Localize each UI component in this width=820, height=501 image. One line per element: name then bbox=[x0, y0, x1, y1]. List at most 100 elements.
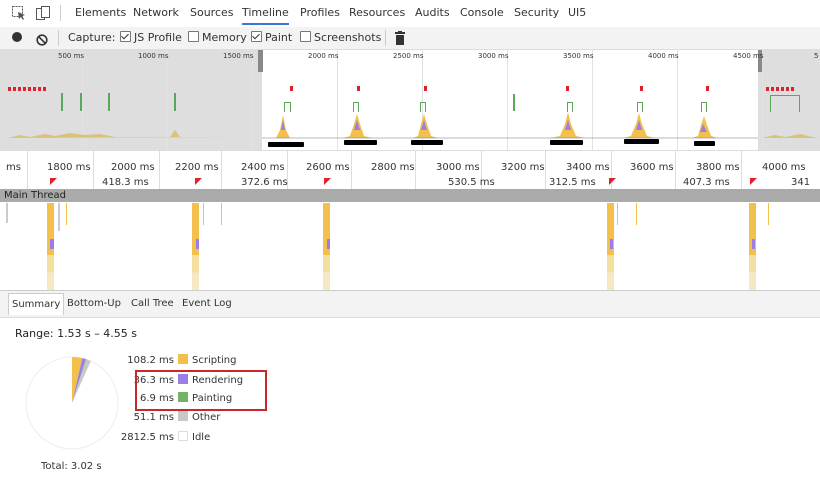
ruler-label: 3800 ms bbox=[696, 162, 740, 173]
time-ruler: ms 1800 ms 2000 ms 2200 ms 2400 ms 2600 … bbox=[0, 150, 820, 189]
idle-label: Idle bbox=[192, 432, 211, 443]
device-mode-icon[interactable] bbox=[35, 5, 51, 21]
flame-event[interactable] bbox=[636, 203, 637, 225]
toolbar-divider bbox=[60, 5, 61, 21]
memory-label: Memory bbox=[202, 31, 247, 44]
scripting-label: Scripting bbox=[192, 355, 237, 366]
devtools-tab-bar: Elements Network Sources Timeline Profil… bbox=[0, 0, 820, 28]
flame-rendering-event[interactable] bbox=[50, 239, 54, 249]
ruler-label: 2600 ms bbox=[306, 162, 350, 173]
fps-dropped-frames-marker bbox=[8, 87, 48, 91]
trash-icon[interactable] bbox=[395, 30, 405, 49]
tab-call-tree[interactable]: Call Tree bbox=[131, 298, 174, 309]
redacted-region bbox=[344, 140, 377, 145]
ruler-label: 2200 ms bbox=[175, 162, 219, 173]
clear-icon[interactable] bbox=[36, 31, 48, 50]
tab-audits[interactable]: Audits bbox=[415, 6, 450, 19]
other-swatch bbox=[178, 411, 188, 421]
tab-profiles[interactable]: Profiles bbox=[300, 6, 340, 19]
tab-elements[interactable]: Elements bbox=[75, 6, 126, 19]
flame-event[interactable] bbox=[221, 203, 222, 225]
checkbox-unchecked-icon[interactable] bbox=[300, 31, 311, 42]
redacted-region bbox=[411, 140, 443, 145]
tab-resources[interactable]: Resources bbox=[349, 6, 405, 19]
frame-marker-flag[interactable] bbox=[609, 178, 616, 185]
inspect-element-icon[interactable] bbox=[11, 5, 27, 21]
timeline-toolbar: Capture: JS Profile Memory Paint Screens… bbox=[0, 27, 820, 50]
js-profile-label: JS Profile bbox=[134, 31, 182, 44]
fps-dropped-frame-marker bbox=[566, 86, 569, 91]
fps-dropped-frame-marker bbox=[424, 86, 427, 91]
flame-event[interactable] bbox=[66, 203, 67, 225]
overview-time-label: 3000 ms bbox=[478, 52, 509, 60]
flame-rendering-event[interactable] bbox=[327, 239, 330, 249]
flame-event[interactable] bbox=[203, 203, 204, 225]
flame-event[interactable] bbox=[617, 203, 618, 225]
frame-duration: 418.3 ms bbox=[102, 177, 149, 188]
checkbox-checked-icon[interactable] bbox=[120, 31, 131, 42]
flame-event[interactable] bbox=[768, 203, 769, 225]
cpu-activity-chart bbox=[8, 112, 820, 139]
ruler-gridline bbox=[415, 151, 416, 189]
ruler-label: 1800 ms bbox=[47, 162, 91, 173]
fps-dropped-frame-marker bbox=[290, 86, 293, 91]
overview-time-label: 4000 ms bbox=[648, 52, 679, 60]
fps-bar bbox=[108, 93, 110, 111]
legend-row-other: 51.1 ms Other bbox=[110, 411, 220, 423]
tab-sources[interactable]: Sources bbox=[190, 6, 234, 19]
redacted-region bbox=[268, 142, 304, 147]
flame-event[interactable] bbox=[58, 203, 60, 231]
flame-rendering-event[interactable] bbox=[196, 239, 199, 249]
tab-summary[interactable]: Summary bbox=[8, 293, 65, 315]
scripting-value: 108.2 ms bbox=[127, 355, 174, 366]
frame-duration: 312.5 ms bbox=[549, 177, 596, 188]
paint-checkbox[interactable]: Paint bbox=[251, 31, 292, 44]
other-value: 51.1 ms bbox=[133, 412, 174, 423]
memory-checkbox[interactable]: Memory bbox=[188, 31, 247, 44]
frame-marker-flag[interactable] bbox=[50, 178, 57, 185]
frame-marker-flag[interactable] bbox=[750, 178, 757, 185]
tab-security[interactable]: Security bbox=[514, 6, 559, 19]
tab-event-log[interactable]: Event Log bbox=[182, 298, 232, 309]
frame-marker-flag[interactable] bbox=[195, 178, 202, 185]
ruler-gridline bbox=[221, 151, 222, 189]
timeline-overview[interactable]: 500 ms 1000 ms 1500 ms 2000 ms 2500 ms 3… bbox=[0, 50, 820, 150]
js-profile-checkbox[interactable]: JS Profile bbox=[120, 31, 182, 44]
tab-bottom-up[interactable]: Bottom-Up bbox=[67, 298, 121, 309]
frame-marker-flag[interactable] bbox=[324, 178, 331, 185]
fps-dropped-frame-marker bbox=[357, 86, 360, 91]
ruler-gridline bbox=[545, 151, 546, 189]
flame-event[interactable] bbox=[6, 203, 8, 223]
redacted-region bbox=[550, 140, 583, 145]
flame-rendering-event[interactable] bbox=[610, 239, 613, 249]
ruler-gridline bbox=[675, 151, 676, 189]
ruler-label: 3600 ms bbox=[630, 162, 674, 173]
ruler-label: 3200 ms bbox=[501, 162, 545, 173]
ruler-label: ms bbox=[6, 162, 21, 173]
overview-time-label: 5 bbox=[814, 52, 819, 60]
overview-time-label: 2500 ms bbox=[393, 52, 424, 60]
main-thread-header[interactable] bbox=[0, 189, 820, 202]
frame-duration: 372.6 ms bbox=[241, 177, 288, 188]
record-icon[interactable] bbox=[12, 32, 22, 42]
overview-left-handle[interactable] bbox=[258, 50, 263, 72]
flame-rendering-event[interactable] bbox=[752, 239, 755, 249]
ruler-gridline bbox=[159, 151, 160, 189]
tab-console[interactable]: Console bbox=[460, 6, 504, 19]
frame-duration: 407.3 ms bbox=[683, 177, 730, 188]
overview-time-label: 3500 ms bbox=[563, 52, 594, 60]
checkbox-checked-icon[interactable] bbox=[251, 31, 262, 42]
summary-pie-chart bbox=[25, 356, 119, 450]
main-thread-flame-chart[interactable] bbox=[0, 203, 820, 290]
tab-network[interactable]: Network bbox=[133, 6, 179, 19]
checkbox-unchecked-icon[interactable] bbox=[188, 31, 199, 42]
ruler-label: 3000 ms bbox=[436, 162, 480, 173]
summary-total: Total: 3.02 s bbox=[41, 461, 102, 472]
highlight-annotation-box bbox=[135, 370, 267, 411]
frame-duration: 341 bbox=[791, 177, 811, 188]
tab-ui5[interactable]: UI5 bbox=[568, 6, 586, 19]
screenshots-checkbox[interactable]: Screenshots bbox=[300, 31, 381, 44]
fps-bar bbox=[61, 93, 63, 111]
tab-timeline[interactable]: Timeline bbox=[242, 6, 289, 25]
ruler-gridline bbox=[93, 151, 94, 189]
